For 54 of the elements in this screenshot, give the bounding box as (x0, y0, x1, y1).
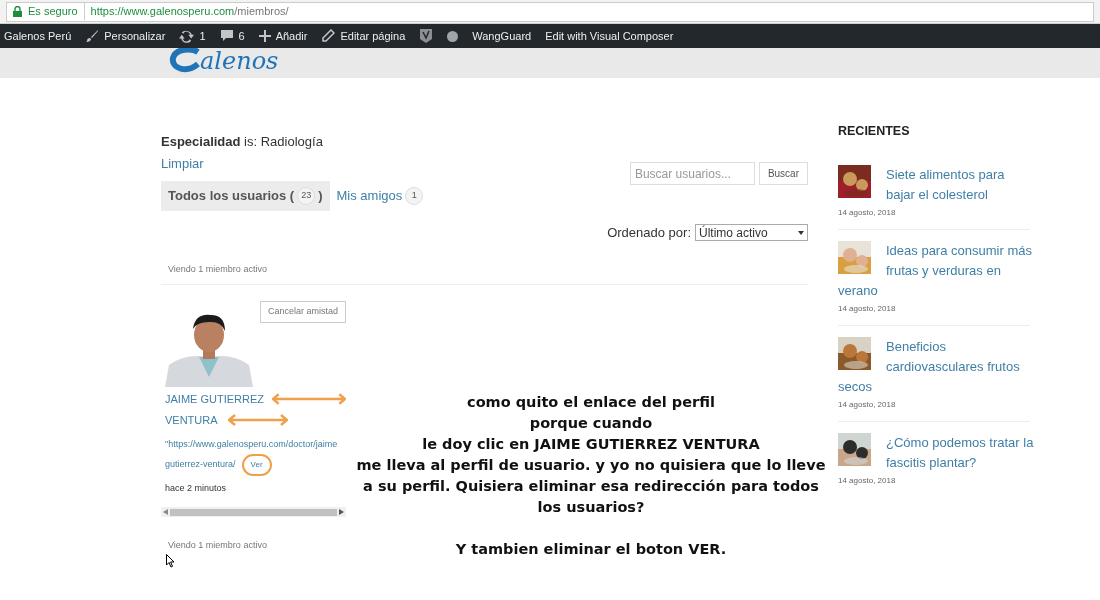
annotation-text: a su perfil. Quisiera eliminar esa redirección para todos (363, 477, 819, 496)
security-label: Es seguro (28, 3, 85, 20)
member-name-link[interactable]: JAIME GUTIERREZ (165, 391, 264, 408)
order-select[interactable]: Último activo (695, 224, 808, 242)
address-bar[interactable]: Es seguro https://www.galenosperu.com/miembros/ (6, 1, 1094, 22)
site-logo[interactable]: alenos (200, 48, 279, 76)
sidebar-heading: RECIENTES (838, 123, 911, 140)
admin-bar-item[interactable]: Personalizar (85, 27, 166, 45)
member-name-link[interactable]: VENTURA (165, 411, 218, 428)
profile-url-link[interactable]: gutierrez-ventura/ (165, 457, 236, 472)
admin-bar-item[interactable]: 6 (219, 27, 245, 45)
admin-bar-item[interactable]: Edit with Visual Composer (545, 27, 674, 45)
annotation-text: los usuarios? (537, 498, 645, 517)
post-title-link[interactable]: bajar el colesterol (886, 184, 1005, 205)
search-button[interactable]: Buscar (758, 162, 808, 185)
annotation-text: le doy clic en JAIME GUTIERREZ VENTURA (422, 435, 760, 454)
admin-bar-item[interactable]: 1 (179, 27, 206, 45)
post-title-link[interactable]: fascitis plantar? (886, 452, 1034, 473)
post-title-link[interactable]: Beneficios (886, 336, 1020, 357)
member-count-text: Viendo 1 miembro activo (168, 539, 268, 552)
count-badge: 23 (297, 187, 316, 205)
post-date: 14 agosto, 2018 (838, 206, 897, 219)
admin-bar-item[interactable]: Galenos Perú (4, 27, 72, 45)
annotation-text: porque cuando (529, 414, 653, 433)
post-title-link[interactable]: cardiovasculares frutos (886, 356, 1020, 377)
view-link[interactable]: Ver (250, 458, 263, 471)
admin-bar-item[interactable]: Añadir (258, 27, 308, 45)
url-text: https://www.galenosperu.com/miembros/ (90, 4, 289, 20)
last-active-text: hace 2 minutos (165, 481, 228, 495)
annotation-text: como quito el enlace del perfil (467, 393, 715, 412)
member-count-text: Viendo 1 miembro activo (168, 262, 268, 276)
order-label: Ordenado por: (607, 224, 691, 242)
filter-tab[interactable]: Mis amigos 1 (329, 181, 431, 211)
annotation-text: me lleva al perfil de usuario. y yo no quisiera que lo lleve (356, 456, 826, 475)
filter-text: Especialidad is: Radiología (161, 133, 324, 151)
post-title-link[interactable]: Ideas para consumir más (886, 240, 1032, 261)
post-title-link[interactable]: Siete alimentos para (886, 164, 1005, 185)
post-date: 14 agosto, 2018 (838, 398, 897, 411)
clear-link[interactable]: Limpiar (161, 153, 204, 173)
count-badge: 1 (405, 187, 424, 205)
profile-url-link[interactable]: "https://www.galenosperu.com/doctor/jaime (165, 438, 346, 452)
search-field[interactable]: Buscar usuarios... (629, 162, 755, 185)
annotation-text: Y tambien eliminar el boton VER. (455, 540, 727, 559)
post-title-link[interactable]: ¿Cómo podemos tratar la (886, 432, 1034, 453)
post-title-link[interactable]: secos (838, 376, 1030, 397)
post-date: 14 agosto, 2018 (838, 302, 897, 315)
filter-tab[interactable]: Todos los usuarios ( 23 ) (161, 181, 330, 211)
cancel-friendship-button[interactable]: Cancelar amistad (259, 301, 346, 323)
post-title-link[interactable]: verano (838, 280, 1030, 301)
tab-paren: ) (318, 187, 323, 206)
admin-bar-item[interactable]: Editar página (321, 27, 406, 45)
post-date: 14 agosto, 2018 (838, 474, 897, 487)
post-title-link[interactable]: frutas y verduras en (886, 260, 1032, 281)
admin-bar-item[interactable]: WangGuard (472, 27, 532, 45)
